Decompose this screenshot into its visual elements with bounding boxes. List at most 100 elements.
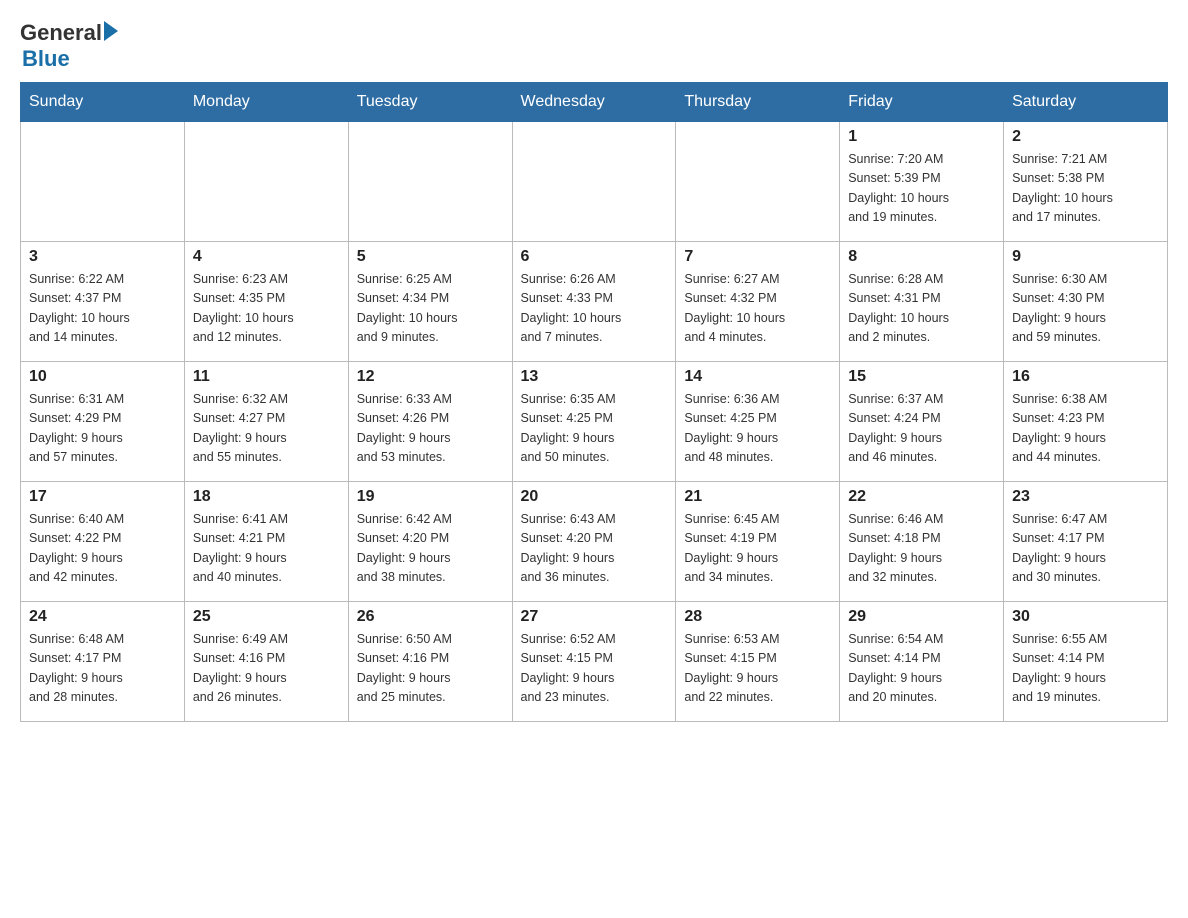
weekday-header-friday: Friday	[840, 83, 1004, 122]
day-info: Sunrise: 6:38 AM Sunset: 4:23 PM Dayligh…	[1012, 390, 1159, 468]
calendar-table: SundayMondayTuesdayWednesdayThursdayFrid…	[20, 82, 1168, 722]
day-info: Sunrise: 7:21 AM Sunset: 5:38 PM Dayligh…	[1012, 150, 1159, 228]
day-info: Sunrise: 6:55 AM Sunset: 4:14 PM Dayligh…	[1012, 630, 1159, 708]
day-number: 1	[848, 128, 995, 146]
day-cell-26: 26 Sunrise: 6:50 AM Sunset: 4:16 PM Dayli…	[348, 602, 512, 722]
weekday-header-saturday: Saturday	[1004, 83, 1168, 122]
day-info: Sunrise: 6:23 AM Sunset: 4:35 PM Dayligh…	[193, 270, 340, 348]
week-row-5: 24 Sunrise: 6:48 AM Sunset: 4:17 PM Dayli…	[21, 602, 1168, 722]
day-number: 8	[848, 248, 995, 266]
day-info: Sunrise: 6:47 AM Sunset: 4:17 PM Dayligh…	[1012, 510, 1159, 588]
day-number: 9	[1012, 248, 1159, 266]
weekday-header-sunday: Sunday	[21, 83, 185, 122]
logo-general-text: General	[20, 20, 102, 46]
day-number: 23	[1012, 488, 1159, 506]
day-info: Sunrise: 6:48 AM Sunset: 4:17 PM Dayligh…	[29, 630, 176, 708]
day-number: 20	[521, 488, 668, 506]
day-info: Sunrise: 6:53 AM Sunset: 4:15 PM Dayligh…	[684, 630, 831, 708]
day-number: 27	[521, 608, 668, 626]
day-number: 22	[848, 488, 995, 506]
day-cell-27: 27 Sunrise: 6:52 AM Sunset: 4:15 PM Dayli…	[512, 602, 676, 722]
day-cell-1: 1 Sunrise: 7:20 AM Sunset: 5:39 PM Daylig…	[840, 122, 1004, 242]
day-cell-23: 23 Sunrise: 6:47 AM Sunset: 4:17 PM Dayli…	[1004, 482, 1168, 602]
day-cell-19: 19 Sunrise: 6:42 AM Sunset: 4:20 PM Dayli…	[348, 482, 512, 602]
empty-cell	[184, 122, 348, 242]
day-number: 3	[29, 248, 176, 266]
weekday-header-thursday: Thursday	[676, 83, 840, 122]
calendar-header-row: SundayMondayTuesdayWednesdayThursdayFrid…	[21, 83, 1168, 122]
day-cell-17: 17 Sunrise: 6:40 AM Sunset: 4:22 PM Dayli…	[21, 482, 185, 602]
day-info: Sunrise: 6:42 AM Sunset: 4:20 PM Dayligh…	[357, 510, 504, 588]
logo: General Blue	[20, 20, 118, 72]
day-info: Sunrise: 6:27 AM Sunset: 4:32 PM Dayligh…	[684, 270, 831, 348]
day-cell-11: 11 Sunrise: 6:32 AM Sunset: 4:27 PM Dayli…	[184, 362, 348, 482]
day-info: Sunrise: 6:37 AM Sunset: 4:24 PM Dayligh…	[848, 390, 995, 468]
day-cell-20: 20 Sunrise: 6:43 AM Sunset: 4:20 PM Dayli…	[512, 482, 676, 602]
day-info: Sunrise: 6:50 AM Sunset: 4:16 PM Dayligh…	[357, 630, 504, 708]
week-row-1: 1 Sunrise: 7:20 AM Sunset: 5:39 PM Daylig…	[21, 122, 1168, 242]
day-cell-9: 9 Sunrise: 6:30 AM Sunset: 4:30 PM Daylig…	[1004, 242, 1168, 362]
day-cell-12: 12 Sunrise: 6:33 AM Sunset: 4:26 PM Dayli…	[348, 362, 512, 482]
day-info: Sunrise: 6:49 AM Sunset: 4:16 PM Dayligh…	[193, 630, 340, 708]
day-number: 13	[521, 368, 668, 386]
day-info: Sunrise: 6:52 AM Sunset: 4:15 PM Dayligh…	[521, 630, 668, 708]
empty-cell	[512, 122, 676, 242]
day-info: Sunrise: 6:26 AM Sunset: 4:33 PM Dayligh…	[521, 270, 668, 348]
week-row-3: 10Sunrise: 6:31 AM Sunset: 4:29 PM Dayli…	[21, 362, 1168, 482]
day-cell-5: 5 Sunrise: 6:25 AM Sunset: 4:34 PM Daylig…	[348, 242, 512, 362]
day-info: Sunrise: 6:33 AM Sunset: 4:26 PM Dayligh…	[357, 390, 504, 468]
day-info: Sunrise: 6:54 AM Sunset: 4:14 PM Dayligh…	[848, 630, 995, 708]
weekday-header-wednesday: Wednesday	[512, 83, 676, 122]
day-info: Sunrise: 6:41 AM Sunset: 4:21 PM Dayligh…	[193, 510, 340, 588]
day-number: 12	[357, 368, 504, 386]
day-cell-8: 8 Sunrise: 6:28 AM Sunset: 4:31 PM Daylig…	[840, 242, 1004, 362]
day-info: Sunrise: 6:31 AM Sunset: 4:29 PM Dayligh…	[29, 390, 176, 468]
day-cell-25: 25 Sunrise: 6:49 AM Sunset: 4:16 PM Dayli…	[184, 602, 348, 722]
day-cell-13: 13 Sunrise: 6:35 AM Sunset: 4:25 PM Dayli…	[512, 362, 676, 482]
day-number: 2	[1012, 128, 1159, 146]
day-number: 15	[848, 368, 995, 386]
day-info: Sunrise: 6:22 AM Sunset: 4:37 PM Dayligh…	[29, 270, 176, 348]
day-cell-2: 2 Sunrise: 7:21 AM Sunset: 5:38 PM Daylig…	[1004, 122, 1168, 242]
day-number: 18	[193, 488, 340, 506]
day-cell-28: 28Sunrise: 6:53 AM Sunset: 4:15 PM Dayli…	[676, 602, 840, 722]
day-cell-15: 15 Sunrise: 6:37 AM Sunset: 4:24 PM Dayli…	[840, 362, 1004, 482]
day-cell-21: 21Sunrise: 6:45 AM Sunset: 4:19 PM Dayli…	[676, 482, 840, 602]
day-cell-3: 3 Sunrise: 6:22 AM Sunset: 4:37 PM Daylig…	[21, 242, 185, 362]
day-number: 30	[1012, 608, 1159, 626]
day-info: Sunrise: 6:45 AM Sunset: 4:19 PM Dayligh…	[684, 510, 831, 588]
day-cell-30: 30 Sunrise: 6:55 AM Sunset: 4:14 PM Dayli…	[1004, 602, 1168, 722]
day-info: Sunrise: 6:28 AM Sunset: 4:31 PM Dayligh…	[848, 270, 995, 348]
day-info: Sunrise: 7:20 AM Sunset: 5:39 PM Dayligh…	[848, 150, 995, 228]
day-number: 26	[357, 608, 504, 626]
day-number: 11	[193, 368, 340, 386]
empty-cell	[676, 122, 840, 242]
weekday-header-monday: Monday	[184, 83, 348, 122]
day-cell-24: 24 Sunrise: 6:48 AM Sunset: 4:17 PM Dayli…	[21, 602, 185, 722]
day-number: 29	[848, 608, 995, 626]
day-info: Sunrise: 6:30 AM Sunset: 4:30 PM Dayligh…	[1012, 270, 1159, 348]
day-cell-6: 6Sunrise: 6:26 AM Sunset: 4:33 PM Daylig…	[512, 242, 676, 362]
day-info: Sunrise: 6:32 AM Sunset: 4:27 PM Dayligh…	[193, 390, 340, 468]
day-info: Sunrise: 6:36 AM Sunset: 4:25 PM Dayligh…	[684, 390, 831, 468]
day-info: Sunrise: 6:40 AM Sunset: 4:22 PM Dayligh…	[29, 510, 176, 588]
day-number: 17	[29, 488, 176, 506]
day-number: 16	[1012, 368, 1159, 386]
day-number: 24	[29, 608, 176, 626]
day-number: 5	[357, 248, 504, 266]
day-info: Sunrise: 6:25 AM Sunset: 4:34 PM Dayligh…	[357, 270, 504, 348]
day-number: 19	[357, 488, 504, 506]
day-cell-4: 4 Sunrise: 6:23 AM Sunset: 4:35 PM Daylig…	[184, 242, 348, 362]
day-info: Sunrise: 6:43 AM Sunset: 4:20 PM Dayligh…	[521, 510, 668, 588]
day-cell-10: 10Sunrise: 6:31 AM Sunset: 4:29 PM Dayli…	[21, 362, 185, 482]
day-cell-18: 18 Sunrise: 6:41 AM Sunset: 4:21 PM Dayli…	[184, 482, 348, 602]
day-number: 14	[684, 368, 831, 386]
day-cell-7: 7Sunrise: 6:27 AM Sunset: 4:32 PM Daylig…	[676, 242, 840, 362]
day-number: 4	[193, 248, 340, 266]
logo-blue-text: Blue	[22, 46, 70, 72]
day-cell-29: 29 Sunrise: 6:54 AM Sunset: 4:14 PM Dayli…	[840, 602, 1004, 722]
day-info: Sunrise: 6:35 AM Sunset: 4:25 PM Dayligh…	[521, 390, 668, 468]
day-number: 25	[193, 608, 340, 626]
logo-arrow-icon	[104, 21, 118, 41]
week-row-2: 3 Sunrise: 6:22 AM Sunset: 4:37 PM Daylig…	[21, 242, 1168, 362]
